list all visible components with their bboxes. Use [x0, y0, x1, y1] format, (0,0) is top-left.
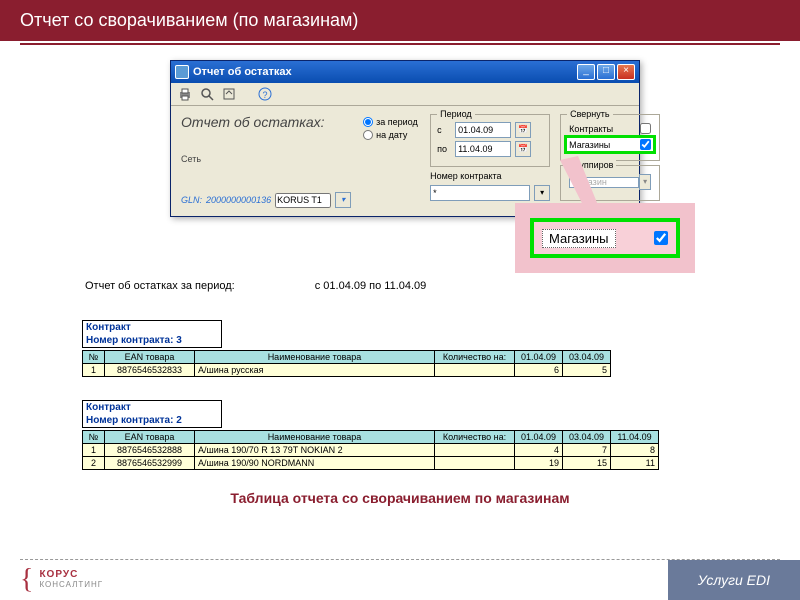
help-icon[interactable]: ? — [257, 86, 273, 102]
cell: 11 — [611, 457, 659, 470]
th-ean: EAN товара — [105, 431, 195, 444]
date-to-input[interactable] — [455, 141, 511, 157]
cell: 5 — [563, 364, 611, 377]
cell: А/шина 190/90 NORDMANN — [195, 457, 435, 470]
table-row: 1 8876546532888 А/шина 190/70 R 13 79T N… — [83, 444, 659, 457]
footer-service: Услуги EDI — [668, 560, 800, 600]
logo-consulting: КОНСАЛТИНГ — [39, 580, 103, 590]
net-dropdown-icon[interactable]: ▾ — [335, 192, 351, 208]
cell: 8876546532833 — [105, 364, 195, 377]
contract1-table: № EAN товара Наименование товара Количес… — [82, 350, 611, 377]
collapse-legend: Свернуть — [567, 109, 612, 119]
export-icon[interactable] — [221, 86, 237, 102]
cell: 6 — [515, 364, 563, 377]
radio-period[interactable] — [363, 117, 373, 127]
cell: 19 — [515, 457, 563, 470]
maximize-button[interactable]: □ — [597, 64, 615, 80]
th-d3: 11.04.09 — [611, 431, 659, 444]
period-fieldset: Период с 📅 по 📅 — [430, 114, 550, 167]
table-caption: Таблица отчета со сворачиванием по магаз… — [0, 490, 800, 506]
print-icon[interactable] — [177, 86, 193, 102]
window-title: Отчет об остатках — [193, 66, 292, 78]
footer: { КОРУС КОНСАЛТИНГ Услуги EDI — [0, 560, 800, 600]
report-main-label: Отчет об остатках: — [181, 114, 351, 130]
net-select[interactable] — [275, 193, 331, 208]
table-row: 2 8876546532999 А/шина 190/90 NORDMANN 1… — [83, 457, 659, 470]
cell — [435, 444, 515, 457]
minimize-button[interactable]: _ — [577, 64, 595, 80]
th-d1: 01.04.09 — [515, 351, 563, 364]
chk-contracts-label: Контракты — [569, 124, 613, 134]
radio-date-label: на дату — [376, 130, 407, 140]
th-d2: 03.04.09 — [563, 351, 611, 364]
korus-logo: { КОРУС КОНСАЛТИНГ — [0, 560, 103, 600]
cell: 1 — [83, 444, 105, 457]
contract2-number: Номер контракта: 2 — [83, 414, 221, 427]
radio-date[interactable] — [363, 130, 373, 140]
date-from-input[interactable] — [455, 122, 511, 138]
th-name: Наименование товара — [195, 351, 435, 364]
th-n: № — [83, 351, 105, 364]
cell: 8876546532888 — [105, 444, 195, 457]
cell: 15 — [563, 457, 611, 470]
stores-callout: Магазины — [530, 218, 680, 258]
cell: 8876546532999 — [105, 457, 195, 470]
cell: А/шина русская — [195, 364, 435, 377]
contract1-number: Номер контракта: 3 — [83, 334, 221, 347]
calendar-icon[interactable]: 📅 — [515, 122, 531, 138]
th-d1: 01.04.09 — [515, 431, 563, 444]
net-label: Сеть — [181, 154, 201, 164]
gln-label: GLN: — [181, 195, 202, 205]
cell: 8 — [611, 444, 659, 457]
gln-value: 2000000000136 — [206, 195, 271, 205]
callout-label: Магазины — [542, 229, 616, 248]
dropdown-icon: ▾ — [639, 174, 651, 190]
summary-range: с 01.04.09 по 11.04.09 — [315, 280, 427, 292]
calendar-icon[interactable]: 📅 — [515, 141, 531, 157]
slide-title: Отчет со сворачиванием (по магазинам) — [0, 0, 800, 41]
logo-brace-icon: { — [20, 564, 33, 596]
svg-text:?: ? — [262, 90, 267, 100]
preview-icon[interactable] — [199, 86, 215, 102]
title-underline — [20, 43, 780, 45]
titlebar[interactable]: Отчет об остатках _ □ × — [171, 61, 639, 83]
contract-label: Номер контракта — [430, 171, 550, 181]
cell: 1 — [83, 364, 105, 377]
chk-stores[interactable] — [640, 139, 651, 150]
cell: 7 — [563, 444, 611, 457]
logo-korus: КОРУС — [39, 570, 103, 580]
cell — [435, 457, 515, 470]
cell: 4 — [515, 444, 563, 457]
contract-block-1: Контракт Номер контракта: 3 № EAN товара… — [82, 320, 611, 377]
th-qty: Количество на: — [435, 431, 515, 444]
dropdown-icon[interactable]: ▾ — [534, 185, 550, 201]
cell: А/шина 190/70 R 13 79T NOKIAN 2 — [195, 444, 435, 457]
date-to-label: по — [437, 144, 451, 154]
report-summary: Отчет об остатках за период: с 01.04.09 … — [85, 280, 426, 292]
period-legend: Период — [437, 109, 475, 119]
close-button[interactable]: × — [617, 64, 635, 80]
cell — [435, 364, 515, 377]
app-icon — [175, 65, 189, 79]
toolbar: ? — [171, 83, 639, 106]
chk-contracts[interactable] — [640, 123, 651, 134]
contract-block-2: Контракт Номер контракта: 2 № EAN товара… — [82, 400, 659, 470]
contract2-table: № EAN товара Наименование товара Количес… — [82, 430, 659, 470]
summary-label: Отчет об остатках за период: — [85, 280, 235, 292]
contract1-title: Контракт — [83, 321, 221, 334]
th-name: Наименование товара — [195, 431, 435, 444]
cell: 2 — [83, 457, 105, 470]
callout-checkbox[interactable] — [654, 231, 668, 245]
th-n: № — [83, 431, 105, 444]
table-row: 1 8876546532833 А/шина русская 6 5 — [83, 364, 611, 377]
th-d2: 03.04.09 — [563, 431, 611, 444]
date-from-label: с — [437, 125, 451, 135]
th-qty: Количество на: — [435, 351, 515, 364]
contract-select[interactable] — [430, 185, 530, 201]
collapse-fieldset: Свернуть Контракты Магазины — [560, 114, 660, 161]
chk-stores-label: Магазины — [569, 140, 610, 150]
radio-period-label: за период — [376, 117, 418, 127]
th-ean: EAN товара — [105, 351, 195, 364]
contract2-title: Контракт — [83, 401, 221, 414]
